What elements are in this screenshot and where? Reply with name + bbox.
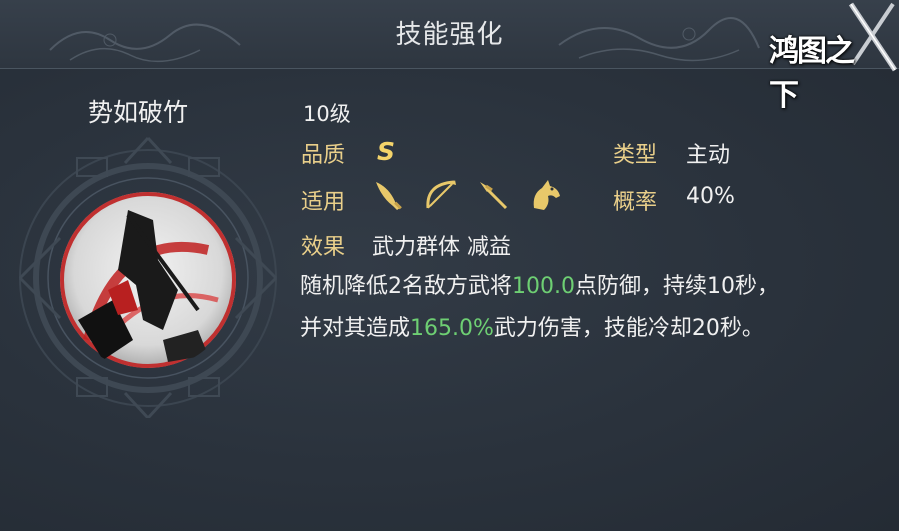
horse-icon (533, 180, 560, 210)
quality-label: 品质 (301, 143, 346, 168)
bow-icon (426, 180, 456, 209)
effect-label: 效果 (301, 235, 346, 260)
skill-enhance-panel: 技能强化 鸿图之下 势如破竹 10级 品质 S 类型 主动 适用 概率 40% … (0, 0, 899, 531)
desc-text: 武力伤害，技能冷却20秒。 (493, 316, 764, 341)
game-logo: 鸿图之下 (769, 0, 899, 113)
desc-highlight-value: 165.0% (410, 316, 494, 341)
type-label: 类型 (613, 143, 658, 168)
desc-highlight-value: 100.0 (512, 274, 575, 299)
skill-level: 10级 (303, 102, 351, 126)
skill-description: 随机降低2名敌方武将100.0点防御，持续10秒， 并对其造成165.0%武力伤… (300, 266, 880, 350)
saber-icon (376, 182, 402, 210)
header-bar: 技能强化 (0, 0, 899, 69)
desc-text: 并对其造成 (300, 316, 411, 341)
desc-text: 随机降低2名敌方武将 (300, 274, 512, 299)
desc-text: 点防御，持续10秒， (574, 274, 779, 299)
logo-text: 鸿图之下 (769, 34, 855, 113)
rate-label: 概率 (613, 190, 658, 215)
applies-label: 适用 (301, 190, 346, 215)
skill-portrait-icon (60, 192, 236, 368)
page-title: 技能强化 (395, 20, 504, 50)
applicable-troop-icons (370, 176, 564, 216)
type-value: 主动 (686, 143, 731, 168)
rate-value: 40% (686, 184, 735, 209)
quality-grade: S (377, 137, 396, 166)
description-line-1: 随机降低2名敌方武将100.0点防御，持续10秒， (300, 266, 880, 308)
spear-icon (480, 182, 508, 210)
effect-value: 武力群体 减益 (372, 235, 511, 260)
description-line-2: 并对其造成165.0%武力伤害，技能冷却20秒。 (300, 308, 880, 350)
